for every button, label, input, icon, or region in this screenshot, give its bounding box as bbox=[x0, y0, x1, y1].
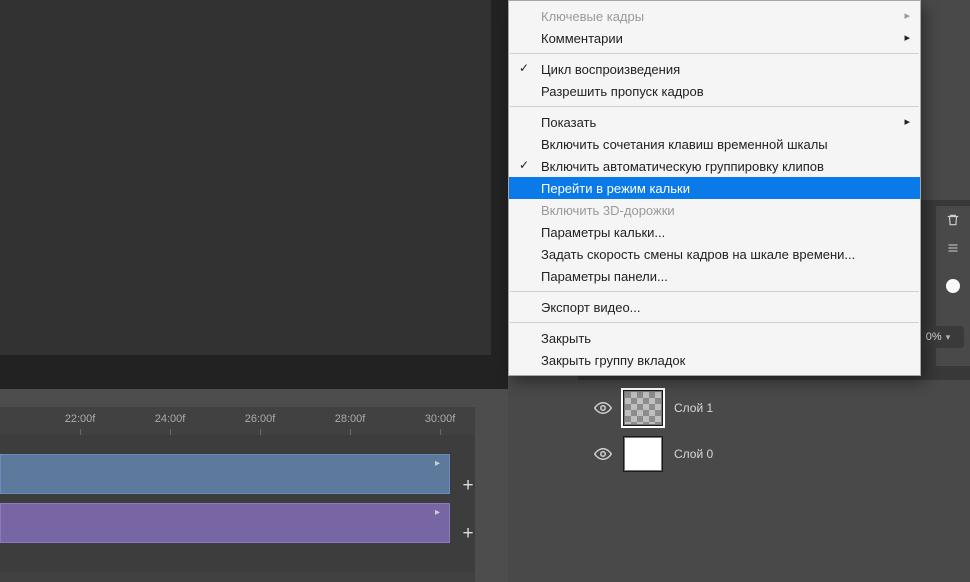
clip-menu-icon[interactable]: ▸ bbox=[435, 507, 445, 517]
menu-item-label: Включить автоматическую группировку клип… bbox=[541, 159, 824, 174]
opacity-value: 0% bbox=[926, 331, 942, 343]
menu-item-label: Закрыть bbox=[541, 331, 591, 346]
add-track-button[interactable]: + bbox=[458, 477, 478, 497]
timeline-panel: 22:00f 24:00f 26:00f 28:00f 30:00f ▸ + ▸… bbox=[0, 407, 475, 582]
menu-item-label: Параметры кальки... bbox=[541, 225, 665, 240]
layer-thumbnail[interactable] bbox=[624, 391, 662, 425]
menu-item[interactable]: Комментарии ▸ bbox=[509, 27, 920, 49]
menu-item: Ключевые кадры ▸ bbox=[509, 5, 920, 27]
timeline-clip-video[interactable]: ▸ bbox=[0, 454, 450, 494]
menu-item-label: Включить 3D-дорожки bbox=[541, 203, 675, 218]
visibility-icon[interactable] bbox=[594, 399, 612, 417]
layer-name: Слой 0 bbox=[674, 447, 713, 461]
context-menu: Ключевые кадры ▸ Комментарии ▸ ✓ Цикл воспрои… bbox=[508, 0, 921, 376]
submenu-arrow-icon: ▸ bbox=[904, 31, 910, 44]
menu-item-label: Комментарии bbox=[541, 31, 623, 46]
menu-item[interactable]: Перейти в режим кальки bbox=[509, 177, 920, 199]
visibility-icon[interactable] bbox=[594, 445, 612, 463]
menu-separator bbox=[510, 106, 919, 107]
menu-item[interactable]: Закрыть группу вкладок bbox=[509, 349, 920, 371]
ruler-tick: 22:00f bbox=[65, 413, 96, 425]
submenu-arrow-icon: ▸ bbox=[904, 115, 910, 128]
menu-item[interactable]: Задать скорость смены кадров на шкале вр… bbox=[509, 243, 920, 265]
layers-panel: Слой 1 Слой 0 bbox=[580, 385, 970, 505]
menu-item-label: Перейти в режим кальки bbox=[541, 181, 690, 196]
viewport-panel bbox=[0, 0, 508, 389]
menu-item-label: Показать bbox=[541, 115, 596, 130]
menu-item-label: Экспорт видео... bbox=[541, 300, 641, 315]
timeline-scrollbar[interactable] bbox=[0, 572, 475, 582]
menu-item[interactable]: Экспорт видео... bbox=[509, 296, 920, 318]
checkmark-icon: ✓ bbox=[519, 61, 529, 75]
timeline-clip-audio[interactable]: ▸ bbox=[0, 503, 450, 543]
menu-icon[interactable] bbox=[936, 234, 970, 262]
menu-item-label: Цикл воспроизведения bbox=[541, 62, 680, 77]
menu-separator bbox=[510, 53, 919, 54]
menu-item[interactable]: ✓ Включить автоматическую группировку кли… bbox=[509, 155, 920, 177]
menu-item-label: Закрыть группу вкладок bbox=[541, 353, 685, 368]
submenu-arrow-icon: ▸ bbox=[904, 9, 910, 22]
clip-menu-icon[interactable]: ▸ bbox=[435, 458, 445, 468]
menu-item-label: Включить сочетания клавиш временной шкал… bbox=[541, 137, 828, 152]
menu-separator bbox=[510, 291, 919, 292]
time-ruler[interactable]: 22:00f 24:00f 26:00f 28:00f 30:00f bbox=[0, 407, 475, 435]
layer-name: Слой 1 bbox=[674, 401, 713, 415]
ruler-tick: 24:00f bbox=[155, 413, 186, 425]
layer-row[interactable]: Слой 1 bbox=[580, 385, 970, 431]
canvas[interactable] bbox=[0, 0, 491, 355]
menu-separator bbox=[510, 322, 919, 323]
checkmark-icon: ✓ bbox=[519, 158, 529, 172]
menu-item[interactable]: ✓ Цикл воспроизведения bbox=[509, 58, 920, 80]
ruler-tick: 30:00f bbox=[425, 413, 456, 425]
blend-dot-icon[interactable] bbox=[936, 272, 970, 300]
menu-item[interactable]: Параметры кальки... bbox=[509, 221, 920, 243]
menu-item[interactable]: Разрешить пропуск кадров bbox=[509, 80, 920, 102]
menu-item-label: Задать скорость смены кадров на шкале вр… bbox=[541, 247, 855, 262]
add-track-button[interactable]: + bbox=[458, 525, 478, 545]
menu-item-label: Разрешить пропуск кадров bbox=[541, 84, 704, 99]
chevron-down-icon: ▾ bbox=[946, 332, 951, 343]
menu-item[interactable]: Закрыть bbox=[509, 327, 920, 349]
ruler-tick: 28:00f bbox=[335, 413, 366, 425]
layer-row[interactable]: Слой 0 bbox=[580, 431, 970, 477]
menu-item-label: Ключевые кадры bbox=[541, 9, 644, 24]
layer-thumbnail[interactable] bbox=[624, 437, 662, 471]
menu-item: Включить 3D-дорожки bbox=[509, 199, 920, 221]
menu-item[interactable]: Параметры панели... bbox=[509, 265, 920, 287]
menu-item-label: Параметры панели... bbox=[541, 269, 668, 284]
ruler-tick: 26:00f bbox=[245, 413, 276, 425]
trash-icon[interactable] bbox=[936, 206, 970, 234]
menu-item[interactable]: Показать ▸ bbox=[509, 111, 920, 133]
menu-item[interactable]: Включить сочетания клавиш временной шкал… bbox=[509, 133, 920, 155]
